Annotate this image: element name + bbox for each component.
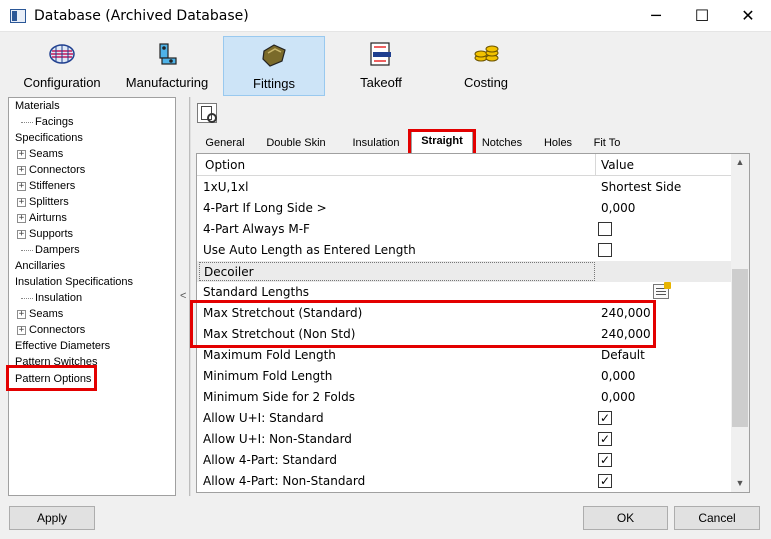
highlight-straight-tab (408, 129, 476, 156)
fittings-icon (262, 44, 286, 67)
category-tree: Materials Facings Specifications + Seams … (8, 97, 176, 496)
checkbox-checked[interactable]: ✓ (598, 453, 612, 467)
tree-item-effective-diameters[interactable]: Effective Diameters (15, 338, 110, 354)
app-icon (10, 9, 26, 23)
tab-label: Costing (463, 75, 509, 90)
costing-icon (474, 45, 499, 62)
tree-item-facings[interactable]: Facings (21, 114, 74, 130)
checkbox-checked[interactable]: ✓ (598, 411, 612, 425)
highlight-max-stretchout (190, 300, 656, 348)
grid-row[interactable]: Allow U+I: Non-Standard ✓ (197, 429, 731, 450)
ok-button[interactable]: OK (583, 506, 668, 530)
print-preview-icon[interactable] (197, 103, 217, 123)
scroll-up-icon[interactable]: ▲ (731, 154, 749, 171)
scroll-thumb[interactable] (732, 269, 748, 427)
apply-button[interactable]: Apply (9, 506, 95, 530)
tab-fit-to[interactable]: Fit To (588, 134, 626, 153)
tree-item-ancillaries[interactable]: Ancillaries (15, 258, 65, 274)
maximize-button[interactable]: ☐ (679, 0, 725, 32)
tab-double-skin[interactable]: Double Skin (258, 134, 334, 153)
tree-item-seams[interactable]: + Seams (17, 146, 63, 162)
expand-icon[interactable]: + (17, 213, 26, 223)
tree-item-stiffeners[interactable]: + Stiffeners (17, 178, 75, 194)
scroll-down-icon[interactable]: ▼ (731, 475, 749, 492)
tree-item-insulation-connectors[interactable]: + Connectors (17, 322, 85, 338)
expand-icon[interactable]: + (17, 229, 26, 239)
ribbon-tabs: Configuration Manufacturing Fittings Tak… (0, 32, 771, 96)
title-bar: Database (Archived Database) ─ ☐ ✕ (0, 0, 771, 32)
tab-notches[interactable]: Notches (478, 134, 526, 153)
grid-row[interactable]: Maximum Fold Length Default (197, 345, 731, 366)
grid-row[interactable]: Minimum Side for 2 Folds 0,000 (197, 387, 731, 408)
grid-row[interactable]: 1xU,1xl Shortest Side (197, 177, 731, 198)
tree-item-splitters[interactable]: + Splitters (17, 194, 69, 210)
highlight-pattern-options (6, 365, 97, 391)
tree-item-airturns[interactable]: + Airturns (17, 210, 67, 226)
tab-insulation[interactable]: Insulation (344, 134, 408, 153)
tree-item-connectors[interactable]: + Connectors (17, 162, 85, 178)
expand-icon[interactable]: + (17, 309, 26, 319)
tab-fittings[interactable]: Fittings (223, 36, 325, 96)
manufacturing-icon (159, 43, 177, 65)
tab-label: Fittings (253, 76, 295, 91)
grid-row[interactable]: 4-Part If Long Side >0,000 (197, 198, 731, 219)
tab-costing[interactable]: Costing (438, 36, 534, 96)
tree-item-materials[interactable]: Materials (15, 98, 60, 114)
tree-item-supports[interactable]: + Supports (17, 226, 73, 242)
collapse-pane-icon[interactable]: < (180, 290, 186, 302)
tab-general[interactable]: General (196, 134, 254, 153)
tab-manufacturing[interactable]: Manufacturing (118, 36, 216, 96)
tab-label: Takeoff (360, 75, 402, 90)
expand-icon[interactable]: + (17, 181, 26, 191)
tree-item-insulation[interactable]: Insulation (21, 290, 82, 306)
expand-icon[interactable]: + (17, 197, 26, 207)
option-column-header[interactable]: Option (205, 158, 245, 172)
checkbox-unchecked[interactable] (598, 243, 612, 257)
checkbox-checked[interactable]: ✓ (598, 432, 612, 446)
tree-item-insulation-specifications[interactable]: Insulation Specifications (15, 274, 133, 290)
tab-holes[interactable]: Holes (538, 134, 578, 153)
expand-icon[interactable]: + (17, 149, 26, 159)
tree-item-dampers[interactable]: Dampers (21, 242, 80, 258)
checkbox-checked[interactable]: ✓ (598, 474, 612, 488)
tree-item-insulation-seams[interactable]: + Seams (17, 306, 63, 322)
checkbox-unchecked[interactable] (598, 222, 612, 236)
grid-row[interactable]: Minimum Fold Length 0,000 (197, 366, 731, 387)
tab-label: Manufacturing (125, 75, 209, 90)
window-title: Database (Archived Database) (34, 8, 249, 24)
cancel-button[interactable]: Cancel (674, 506, 760, 530)
expand-icon[interactable]: + (17, 165, 26, 175)
grid-header: Option Value (197, 154, 731, 176)
grid-row[interactable]: Allow 4-Part: Standard ✓ (197, 450, 731, 471)
grid-row[interactable]: Allow 4-Part: Non-Standard ✓ (197, 471, 731, 492)
close-button[interactable]: ✕ (725, 0, 771, 32)
expand-icon[interactable]: + (17, 325, 26, 335)
tab-takeoff[interactable]: Takeoff (333, 36, 429, 96)
tab-label: Configuration (23, 75, 101, 90)
grid-row[interactable]: Use Auto Length as Entered Length (197, 240, 731, 261)
grid-section-row[interactable]: Decoiler (197, 261, 731, 282)
pane-divider[interactable] (189, 97, 191, 496)
grid-row[interactable]: 4-Part Always M-F (197, 219, 731, 240)
takeoff-icon (370, 42, 391, 66)
list-edit-icon[interactable] (653, 282, 671, 299)
minimize-button[interactable]: ─ (633, 0, 679, 32)
configuration-icon (49, 44, 75, 64)
value-column-header[interactable]: Value (601, 158, 634, 172)
tab-configuration[interactable]: Configuration (10, 36, 114, 96)
tree-item-specifications[interactable]: Specifications (15, 130, 83, 146)
grid-scrollbar[interactable]: ▲ ▼ (731, 154, 749, 492)
grid-row[interactable]: Allow U+I: Standard ✓ (197, 408, 731, 429)
